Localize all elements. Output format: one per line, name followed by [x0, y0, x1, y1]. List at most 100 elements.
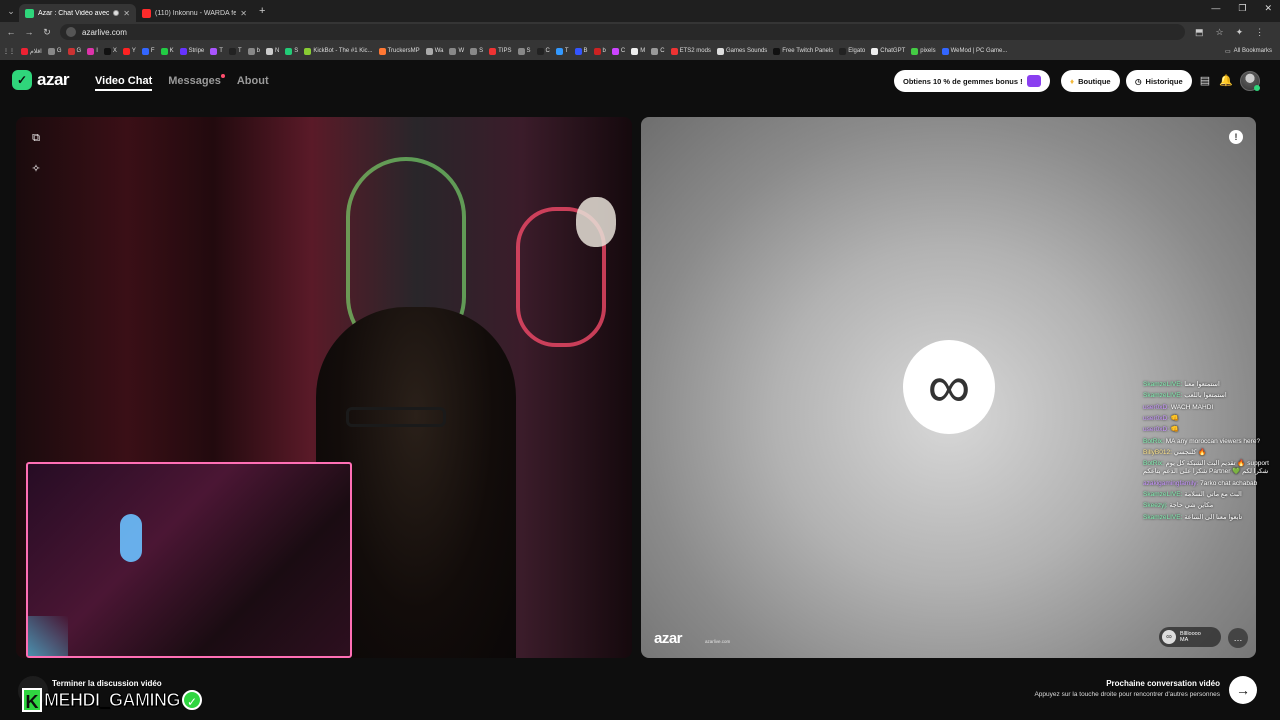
chat-bubble-icon[interactable]: … — [1228, 628, 1248, 648]
azar-watermark-sub: azarlive.com — [705, 639, 731, 644]
extensions-icon[interactable]: ✦ — [1236, 27, 1244, 38]
nav-video-chat[interactable]: Video Chat — [95, 75, 153, 91]
logo-text: azar — [37, 70, 70, 89]
bookmark-item[interactable]: C — [609, 47, 628, 55]
kick-logo-icon: K — [22, 688, 42, 712]
tab-youtube[interactable]: (110) Inkonnu - WARDA feat M... ✕ — [136, 4, 253, 22]
bookmark-item[interactable]: K — [158, 47, 177, 55]
bookmark-item[interactable]: TIPS — [486, 47, 514, 55]
apps-icon[interactable]: ⋮⋮ — [0, 48, 18, 55]
bookmark-item[interactable]: KickBot - The #1 Kic... — [301, 47, 375, 55]
bookmark-item[interactable]: Elgato — [836, 47, 868, 55]
bookmark-item[interactable]: S — [282, 47, 301, 55]
bookmark-item[interactable]: B — [572, 47, 591, 55]
site-info-icon[interactable] — [66, 27, 76, 37]
gem-icon: ♦ — [1070, 76, 1075, 86]
history-button[interactable]: ◷ Historique — [1126, 70, 1192, 92]
bookmark-item[interactable]: C — [648, 47, 667, 55]
bookmark-item[interactable]: TruckersMP — [376, 47, 423, 55]
all-bookmarks-button[interactable]: ▭ All Bookmarks — [1220, 42, 1272, 60]
bookmark-favicon-icon — [265, 47, 273, 55]
bookmark-item[interactable]: Free Twitch Panels — [770, 47, 836, 55]
bookmark-item[interactable]: b — [245, 47, 263, 55]
bookmark-item[interactable]: M — [628, 47, 648, 55]
chat-msg: 7arko chat achabab — [1200, 479, 1258, 487]
close-window-icon[interactable]: ✕ — [1264, 3, 1272, 14]
online-status-icon — [1254, 85, 1260, 91]
minimize-icon[interactable]: — — [1211, 3, 1220, 14]
bookmark-item[interactable]: C — [534, 47, 553, 55]
azar-logo[interactable]: ✓ azar — [12, 70, 70, 90]
bookmark-item[interactable]: Stripe — [177, 47, 208, 55]
bookmark-item[interactable]: I — [84, 47, 101, 55]
stream-chat-overlay: SkamzeLIVE: استمتعوا معنا SkamzeLIVE: اس… — [1143, 381, 1275, 525]
bookmark-item[interactable]: T — [226, 47, 245, 55]
partner-avatar: ∞ — [1162, 630, 1176, 644]
url-text: azarlive.com — [82, 27, 127, 37]
chat-user: SkamzeLIVE: — [1143, 381, 1183, 388]
bookmark-item[interactable]: X — [101, 47, 120, 55]
close-tab-icon[interactable]: ✕ — [123, 9, 130, 18]
avatar[interactable] — [1240, 71, 1260, 91]
url-input[interactable]: azarlive.com — [60, 24, 1185, 40]
shop-button[interactable]: ♦ Boutique — [1061, 70, 1120, 92]
bookmark-item[interactable]: اقلام — [18, 47, 45, 55]
new-tab-icon[interactable]: + — [259, 5, 265, 17]
bookmark-item[interactable]: WeMod | PC Game... — [939, 47, 1011, 55]
bookmark-item[interactable]: W — [446, 47, 467, 55]
bookmark-label: TIPS — [498, 48, 512, 54]
bookmark-item[interactable]: F — [139, 47, 158, 55]
bookmark-star-icon[interactable]: ☆ — [1216, 27, 1224, 38]
bookmark-item[interactable]: Y — [120, 47, 139, 55]
bookmark-item[interactable]: b — [591, 47, 609, 55]
bookmark-favicon-icon — [593, 47, 601, 55]
nav-messages[interactable]: Messages — [168, 74, 225, 91]
next-chat-button[interactable]: → — [1229, 676, 1257, 704]
tab-azar[interactable]: Azar : Chat Vidéo avec de... ✕ — [19, 4, 136, 22]
gem-bonus-label: Obtiens 10 % de gemmes bonus ! — [903, 76, 1023, 86]
glasses-shape — [346, 407, 446, 427]
partner-profile-chip[interactable]: ∞ Blllloooo MA — [1159, 627, 1221, 647]
bookmark-item[interactable]: S — [515, 47, 534, 55]
menu-icon[interactable]: ⋮ — [1255, 27, 1264, 38]
pip-toggle-icon[interactable]: ⧉ — [28, 130, 44, 146]
inbox-icon[interactable]: ▤ — [1198, 74, 1212, 88]
report-icon[interactable]: ! — [1229, 130, 1243, 144]
bookmark-item[interactable]: T — [553, 47, 572, 55]
bookmark-label: C — [545, 48, 550, 54]
bookmark-item[interactable]: T — [207, 47, 226, 55]
bookmark-item[interactable]: Games Sounds — [714, 47, 770, 55]
azar-logo-icon: ✓ — [12, 70, 32, 90]
reload-icon[interactable]: ↻ — [40, 27, 54, 38]
nav-about[interactable]: About — [237, 75, 269, 91]
tab-title: Azar : Chat Vidéo avec de... — [38, 9, 110, 17]
bookmark-item[interactable]: G — [65, 47, 85, 55]
bell-icon[interactable]: 🔔 — [1219, 74, 1233, 88]
back-icon[interactable]: ← — [4, 27, 18, 37]
close-tab-icon[interactable]: ✕ — [240, 9, 247, 18]
bookmark-label: T — [219, 48, 223, 54]
bookmark-favicon-icon — [574, 47, 582, 55]
install-app-icon[interactable]: ⬒ — [1195, 27, 1204, 38]
bookmark-item[interactable]: ChatGPT — [868, 47, 908, 55]
bookmark-item[interactable]: Wa — [423, 47, 447, 55]
bookmark-item[interactable]: S — [467, 47, 486, 55]
forward-icon[interactable]: → — [22, 27, 36, 37]
chat-user: Skeezyj: — [1143, 502, 1168, 510]
verified-badge-icon: ✓ — [182, 690, 203, 710]
bookmark-item[interactable]: ETS2 mods — [668, 47, 714, 55]
chat-user: SkamzeLIVE: — [1143, 392, 1183, 400]
chat-line: BotRix: MA any moroccan viewers here? — [1143, 438, 1275, 446]
bookmark-favicon-icon — [47, 47, 55, 55]
bookmark-item[interactable]: G — [45, 47, 65, 55]
maximize-icon[interactable]: ❐ — [1238, 3, 1246, 14]
tab-search-icon[interactable]: ⌄ — [3, 3, 19, 19]
magic-wand-icon[interactable]: ✧ — [28, 161, 44, 177]
corner-glow — [28, 616, 68, 656]
bookmark-item[interactable]: N — [263, 47, 282, 55]
chat-msg: كلنجسي 🔥 — [1173, 448, 1207, 456]
chat-line: SkamzeLIVE: استمتعوا باللعب — [1143, 392, 1275, 400]
gem-bonus-button[interactable]: Obtiens 10 % de gemmes bonus ! — [894, 70, 1050, 92]
bookmark-item[interactable]: pixels — [908, 47, 938, 55]
gift-icon — [1026, 75, 1041, 87]
